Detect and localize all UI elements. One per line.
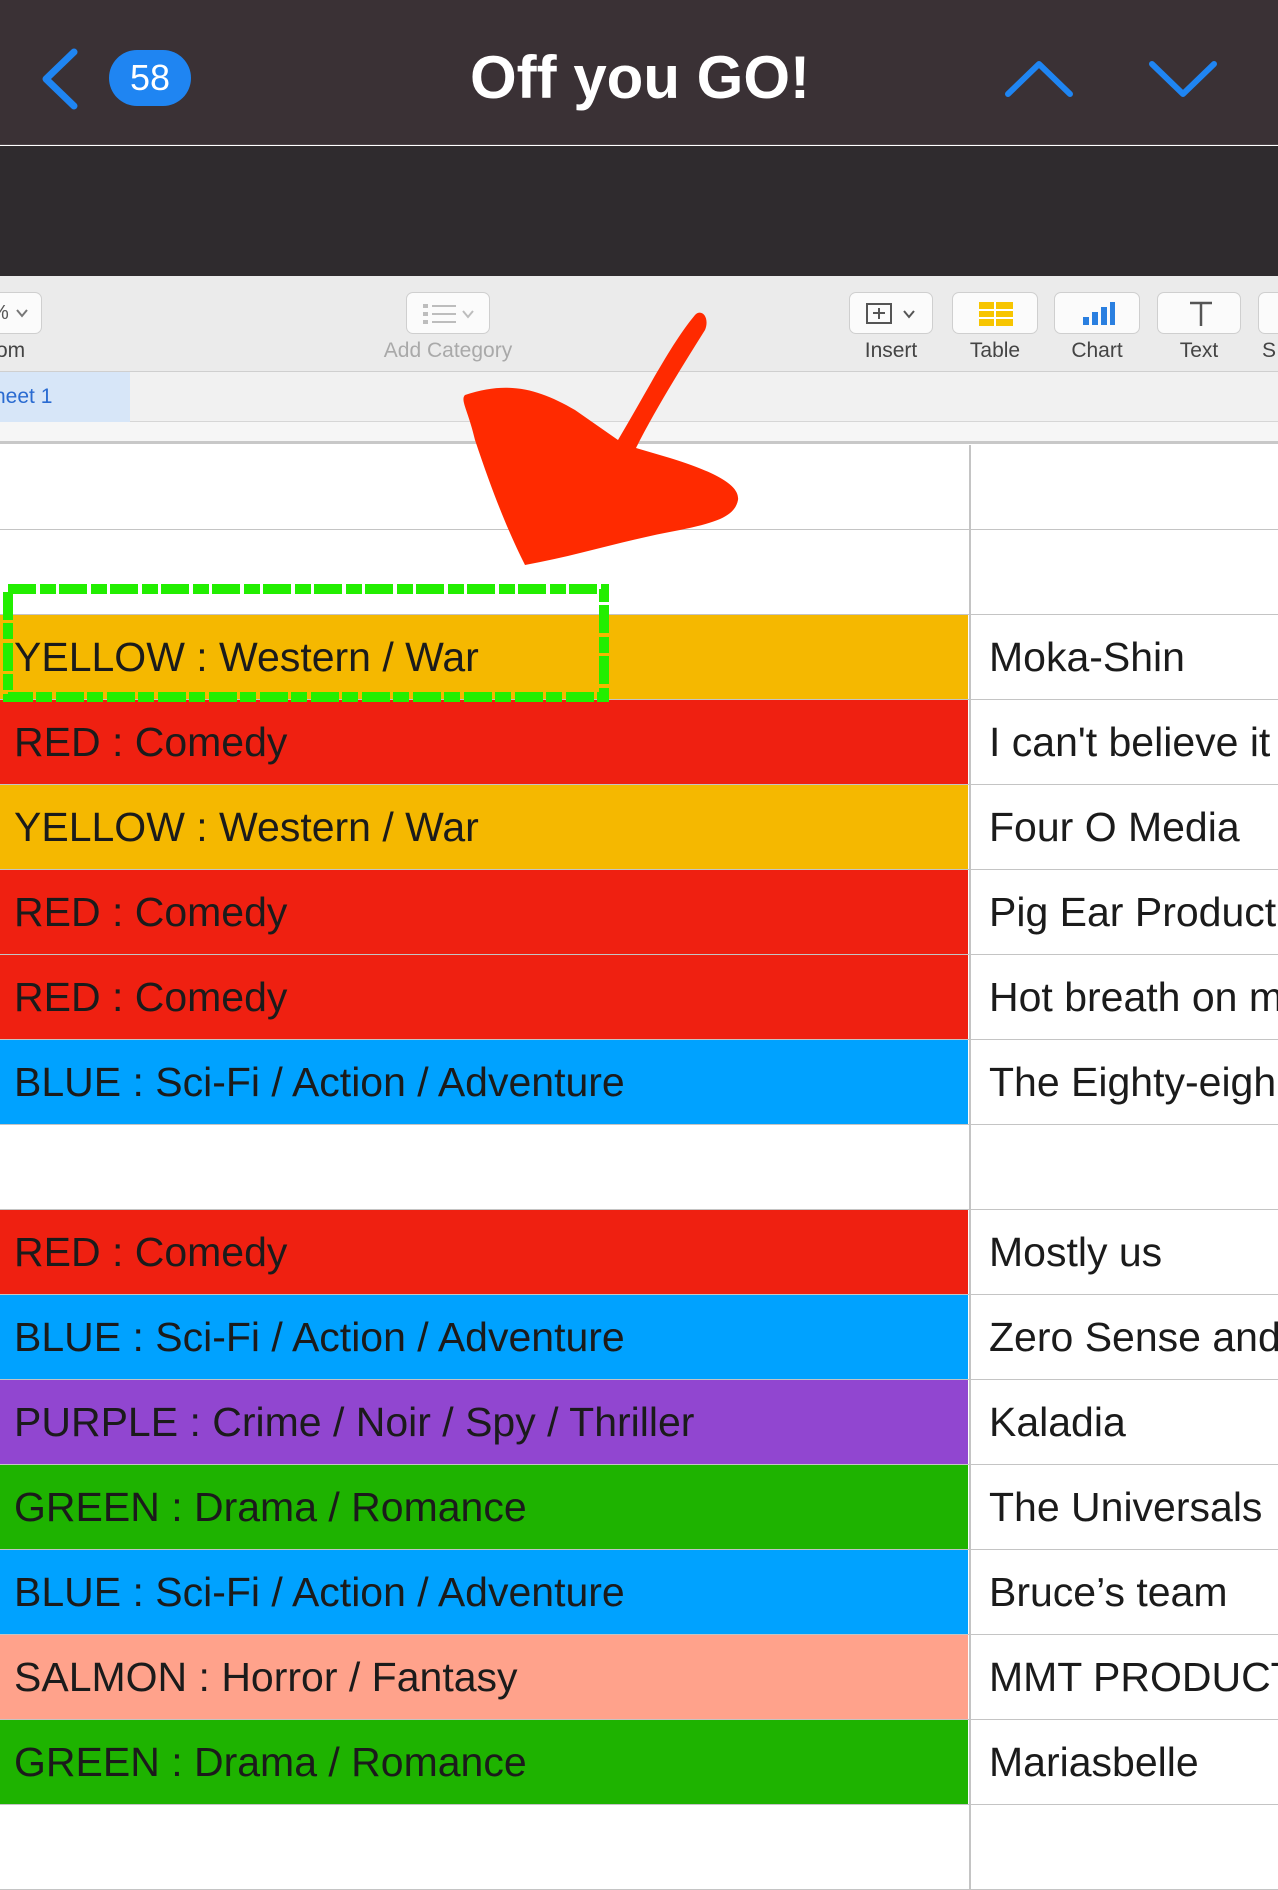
insert-button[interactable] xyxy=(849,292,933,334)
name-cell[interactable]: I can't believe it xyxy=(969,700,1278,784)
message-body-top xyxy=(0,146,1278,276)
category-cell[interactable] xyxy=(0,445,968,529)
category-cell[interactable]: YELLOW : Western / War xyxy=(0,615,968,699)
add-category-button[interactable] xyxy=(406,292,490,334)
category-cell[interactable]: YELLOW : Western / War xyxy=(0,785,968,869)
category-cell[interactable]: RED : Comedy xyxy=(0,700,968,784)
add-category-label: Add Category xyxy=(383,339,513,362)
name-cell[interactable]: Kaladia xyxy=(969,1380,1278,1464)
spreadsheet-grid: YELLOW : Western / War Moka-Shin RED : Com… xyxy=(0,445,1278,1890)
name-cell[interactable]: Four O Media xyxy=(969,785,1278,869)
chart-icon xyxy=(1083,302,1115,325)
name-cell[interactable]: Moka-Shin xyxy=(969,615,1278,699)
chevron-up-icon[interactable] xyxy=(1002,52,1076,106)
table-row: PURPLE : Crime / Noir / Spy / Thriller Ka… xyxy=(0,1380,1278,1465)
category-cell[interactable]: PURPLE : Crime / Noir / Spy / Thriller xyxy=(0,1380,968,1464)
name-cell[interactable] xyxy=(969,1805,1278,1889)
category-cell[interactable]: BLUE : Sci-Fi / Action / Adventure xyxy=(0,1040,968,1124)
numbers-toolbar: % om Add Category Insert xyxy=(0,276,1278,372)
name-cell[interactable]: Hot breath on m xyxy=(969,955,1278,1039)
name-cell[interactable]: Bruce’s team xyxy=(969,1550,1278,1634)
category-cell[interactable]: SALMON : Horror / Fantasy xyxy=(0,1635,968,1719)
table-row: RED : Comedy Pig Ear Product xyxy=(0,870,1278,955)
name-cell[interactable]: Mariasbelle xyxy=(969,1720,1278,1804)
zoom-label: om xyxy=(0,339,26,362)
name-cell[interactable] xyxy=(969,445,1278,529)
category-cell[interactable] xyxy=(0,1805,968,1889)
table-label: Table xyxy=(969,339,1021,362)
chevron-left-icon[interactable] xyxy=(36,44,86,114)
name-cell[interactable]: MMT PRODUCT xyxy=(969,1635,1278,1719)
category-cell[interactable]: BLUE : Sci-Fi / Action / Adventure xyxy=(0,1550,968,1634)
unread-count-badge[interactable]: 58 xyxy=(109,50,191,106)
name-cell[interactable] xyxy=(969,530,1278,614)
text-icon xyxy=(1190,301,1212,326)
table-row xyxy=(0,530,1278,615)
table-icon xyxy=(979,302,1013,326)
table-row: RED : Comedy Hot breath on m xyxy=(0,955,1278,1040)
list-icon xyxy=(423,304,474,324)
message-subject-title: Off you GO! xyxy=(470,44,810,111)
chart-button[interactable] xyxy=(1054,292,1140,334)
chart-label: Chart xyxy=(1071,339,1123,362)
table-row: RED : Comedy Mostly us xyxy=(0,1210,1278,1295)
category-cell[interactable]: GREEN : Drama / Romance xyxy=(0,1720,968,1804)
name-cell[interactable]: The Universals xyxy=(969,1465,1278,1549)
table-row: RED : Comedy I can't believe it xyxy=(0,700,1278,785)
table-row: SALMON : Horror / Fantasy MMT PRODUCT xyxy=(0,1635,1278,1720)
name-cell[interactable]: Pig Ear Product xyxy=(969,870,1278,954)
sheet-tab-label: heet 1 xyxy=(0,385,53,408)
zoom-button[interactable]: % xyxy=(0,292,42,334)
table-row: YELLOW : Western / War Moka-Shin xyxy=(0,615,1278,700)
table-button[interactable] xyxy=(952,292,1038,334)
name-cell[interactable]: Zero Sense and xyxy=(969,1295,1278,1379)
category-cell[interactable]: BLUE : Sci-Fi / Action / Adventure xyxy=(0,1295,968,1379)
name-cell[interactable] xyxy=(969,1125,1278,1209)
zoom-value: % xyxy=(0,293,9,333)
table-row xyxy=(0,1805,1278,1890)
sheet-tab[interactable]: heet 1 xyxy=(0,372,130,422)
table-row xyxy=(0,445,1278,530)
table-row: GREEN : Drama / Romance The Universals xyxy=(0,1465,1278,1550)
text-button[interactable] xyxy=(1157,292,1241,334)
shape-label: S xyxy=(1262,339,1277,362)
table-row: BLUE : Sci-Fi / Action / Adventure The Ei… xyxy=(0,1040,1278,1125)
category-cell[interactable]: RED : Comedy xyxy=(0,1210,968,1294)
table-row xyxy=(0,1125,1278,1210)
name-cell[interactable]: Mostly us xyxy=(969,1210,1278,1294)
text-label: Text xyxy=(1179,339,1219,362)
table-row: YELLOW : Western / War Four O Media xyxy=(0,785,1278,870)
insert-icon xyxy=(866,303,915,324)
table-row: GREEN : Drama / Romance Mariasbelle xyxy=(0,1720,1278,1805)
category-cell[interactable] xyxy=(0,1125,968,1209)
chevron-down-small-icon xyxy=(16,309,28,318)
category-cell[interactable]: GREEN : Drama / Romance xyxy=(0,1465,968,1549)
name-cell[interactable]: The Eighty-eigh xyxy=(969,1040,1278,1124)
category-cell[interactable]: RED : Comedy xyxy=(0,870,968,954)
sheet-tab-bar: heet 1 xyxy=(0,372,1278,422)
column-header-strip xyxy=(0,422,1278,444)
chevron-down-icon[interactable] xyxy=(1146,52,1220,106)
category-cell[interactable]: RED : Comedy xyxy=(0,955,968,1039)
table-row: BLUE : Sci-Fi / Action / Adventure Zero S… xyxy=(0,1295,1278,1380)
mail-header: 58 Off you GO! xyxy=(0,0,1278,145)
shape-button[interactable] xyxy=(1258,292,1278,334)
insert-label: Insert xyxy=(864,339,918,362)
table-row: BLUE : Sci-Fi / Action / Adventure Bruce’… xyxy=(0,1550,1278,1635)
category-cell[interactable] xyxy=(0,530,968,614)
